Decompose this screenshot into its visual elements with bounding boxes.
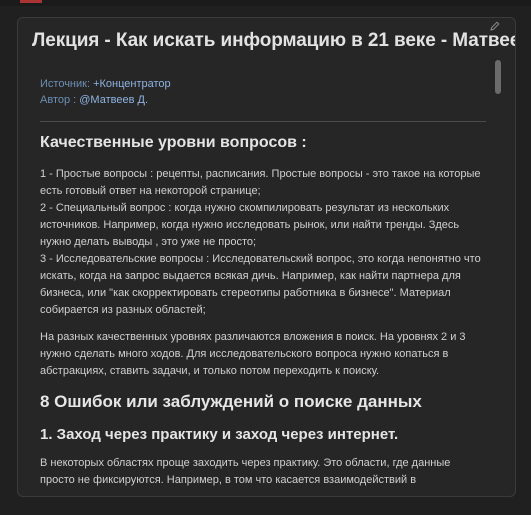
edit-icon[interactable] [489, 20, 503, 34]
level-1: 1 - Простые вопросы : рецепты, расписани… [40, 168, 481, 197]
error-1-heading: 1. Заход через практику и заход через ин… [40, 426, 399, 443]
source-line: Источник: +Концентратор [40, 76, 486, 92]
scrollbar-thumb[interactable] [495, 60, 501, 94]
note-card: Лекция - Как искать информацию в 21 веке… [17, 17, 516, 497]
error-1-text: В некоторых областях проще заходить чере… [40, 457, 451, 486]
author-label: Автор : [40, 94, 77, 106]
top-accent [20, 0, 42, 3]
top-strip [0, 0, 531, 6]
levels-paragraph: 1 - Простые вопросы : рецепты, расписани… [40, 166, 486, 319]
title-bar: Лекция - Как искать информацию в 21 веке… [18, 18, 515, 64]
level-3: 3 - Исследовательские вопросы : Исследов… [40, 253, 481, 316]
source-link[interactable]: +Концентратор [93, 78, 171, 90]
section-heading-errors: 8 Ошибок или заблуждений о поиске данных [40, 392, 422, 411]
divider [40, 121, 486, 122]
note-content: Источник: +Концентратор Автор : @Матвеев… [40, 76, 486, 489]
source-label: Источник: [40, 78, 91, 90]
scrollbar[interactable] [495, 58, 501, 488]
level-2: 2 - Специальный вопрос : когда нужно ско… [40, 202, 460, 248]
note-title: Лекция - Как искать информацию в 21 веке… [32, 30, 515, 51]
levels-summary: На разных качественных уровнях различают… [40, 331, 466, 377]
section-heading-levels: Качественные уровни вопросов : [40, 134, 307, 151]
author-link[interactable]: @Матвеев Д. [79, 94, 148, 106]
author-line: Автор : @Матвеев Д. [40, 92, 486, 108]
